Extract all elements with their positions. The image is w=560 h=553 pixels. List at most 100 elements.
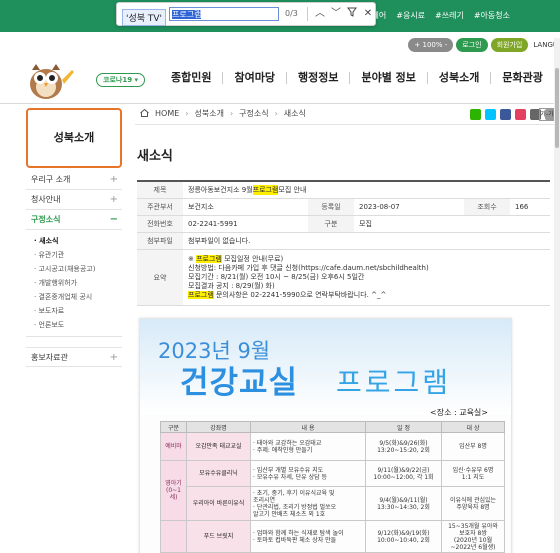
submenu-item[interactable]: 언론보도 [34, 318, 122, 332]
views-value: 166 [515, 203, 529, 211]
breadcrumb-item[interactable]: 성북소개 [194, 108, 223, 119]
corona19-button[interactable]: 코로나19 ▾ [96, 73, 146, 87]
poster-schedule: 9/5(화)&9/26(화) 13:20~15:20, 2회 [365, 432, 442, 461]
sidebar-item[interactable]: 홍보자료관 + [26, 347, 122, 367]
page-scrollbar[interactable] [554, 38, 560, 553]
sidebar-submenu: 새소식 유관기관 고시공고(채용공고) 개발행위허가 결혼중개업체 공시 보도자… [26, 230, 122, 337]
poster-cat: 예비마 [160, 432, 187, 461]
poster-program: 우리아이 바른이유식 [186, 486, 251, 521]
chevron-right-icon: › [229, 109, 234, 118]
phone-label: 전화번호 [137, 216, 183, 232]
submenu-item[interactable]: 개발행위허가 [34, 276, 122, 290]
nav-item[interactable]: 행정정보 [287, 72, 351, 84]
submenu-item-active[interactable]: 새소식 [34, 234, 122, 248]
filter-icon[interactable] [345, 7, 359, 21]
twitter-share-icon[interactable] [485, 109, 496, 120]
poster-table-row: 푸드 브릿지 · 엄마와 함께 하는 식재료 탐색 놀이 · 토마토 컵바둑판 … [160, 520, 505, 553]
submenu-item[interactable]: 유관기관 [34, 248, 122, 262]
poster-program: 오감만족 태교교실 [186, 432, 251, 461]
submenu-item[interactable]: 보도자료 [34, 304, 122, 318]
post-title-text: 모집 안내 [278, 186, 307, 194]
sidebar-item[interactable]: 청사안내 + [26, 190, 122, 210]
summary-line: 모집결과 공지 : 8/29(월) 화) [188, 282, 275, 290]
find-divider [307, 7, 308, 21]
summary-text-part: ※ [188, 255, 197, 263]
sidebar-title: 성북소개 [26, 108, 122, 168]
type-label: 구분 [308, 216, 354, 232]
sidebar-item-active[interactable]: 구정소식 − [26, 210, 122, 230]
summary-line: 모집기간 : 8/21(월) 오전 10시 ~ 8/25(금) 오후6시 5일간 [188, 273, 365, 281]
sidebar-item-label: 구정소식 [31, 215, 61, 224]
site-logo[interactable] [18, 58, 78, 102]
poster-target: 15~35개월 유아와 보호자 8쌍 (2020년 10월~2022년 6월생) [441, 520, 505, 553]
poster-schedule: 9/12(화)&9/19(화) 10:00~10:40, 2회 [365, 520, 442, 553]
close-icon[interactable]: ✕ [361, 7, 375, 21]
facebook-share-icon[interactable] [500, 109, 511, 120]
expand-icon: + [109, 194, 118, 205]
blog-share-icon[interactable] [470, 109, 481, 120]
sidebar-item-label: 우리구 소개 [31, 175, 71, 184]
poster-table-row: 우리아이 바른이유식 · 초기, 중기, 후기 이유식교육 및 조리시연 · 단… [161, 486, 505, 521]
post-title: 정릉아동보건지소 9월 프로그램 모집 안내 [183, 182, 311, 198]
chevron-down-icon[interactable]: ﹀ [329, 7, 343, 21]
attach-label: 첨부파일 [137, 233, 183, 249]
sidebar-item[interactable]: 우리구 소개 + [26, 170, 122, 190]
breadcrumb-item[interactable]: 새소식 [284, 108, 306, 119]
search-highlight: 프로그램 [188, 291, 214, 299]
owl-mascot-icon [30, 64, 74, 99]
poster-content: · 엄마와 함께 하는 식재료 탐색 놀이 · 토마토 컵바둑판 체소 상자 만… [250, 520, 366, 553]
nav-item[interactable]: 참여마당 [223, 72, 287, 84]
breadcrumb-home[interactable]: HOME [155, 109, 179, 118]
nav-item[interactable]: 종합민원 [160, 72, 224, 84]
breadcrumb-item[interactable]: 구정소식 [239, 108, 268, 119]
poster-title: 건강교실 [180, 365, 299, 401]
main-navigation: 종합민원 참여마당 행정정보 분야별 정보 성북소개 문화관광 [160, 72, 554, 84]
hashtag-link[interactable]: #아동청소 [474, 10, 510, 21]
poster-schedule: 9/11(월)&9/22(금) 10:00~12:00, 각 1회 [365, 460, 442, 487]
detail-row-phone: 전화번호 02-2241-5991 구분 모집 [137, 216, 550, 233]
summary-text-part: 모집일정 안내(무료) [221, 255, 284, 263]
chevron-up-icon[interactable]: ︿ [313, 7, 327, 21]
poster-col-header: 일 정 [365, 421, 442, 433]
poster-content: · 태아와 교감하는 오감태교 · 주제: 애착인형 만들기 [250, 432, 366, 461]
chevron-right-icon: › [274, 109, 278, 118]
poster-target: 이유식에 관심있는 주양육자 8명 [441, 486, 505, 521]
poster-col-header: 대 상 [441, 421, 505, 433]
join-button[interactable]: 회원가입 [490, 38, 529, 52]
utility-bar: + 100% - 로그인 회원가입 LANGU [408, 38, 560, 52]
font-size-button[interactable]: 가-가 [539, 108, 555, 121]
expand-icon: + [109, 352, 118, 363]
poster-col-header: 내 용 [250, 421, 366, 433]
poster-col-header: 강좌명 [186, 421, 251, 433]
find-input[interactable]: 프로그램 [169, 7, 279, 21]
hashtag-link[interactable]: #쓰레기 [435, 10, 464, 21]
top-hashtag-links: 혜어 #응시료 #쓰레기 #아동청소 [372, 10, 510, 21]
summary-line: ※ 프로그램 모집일정 안내(무료) [188, 255, 283, 264]
login-button[interactable]: 로그인 [456, 38, 488, 52]
submenu-item[interactable]: 결혼중개업체 공시 [34, 290, 122, 304]
date-value: 2023-08-07 [359, 203, 400, 211]
date-label: 등록일 [308, 199, 354, 215]
home-icon[interactable] [140, 108, 149, 119]
nav-item[interactable]: 분야별 정보 [350, 72, 428, 84]
submenu-item[interactable]: 고시공고(채용공고) [34, 262, 122, 276]
summary-line: 프로그램 문의사항은 02-2241-5990으로 연락부탁바랍니다. ^_^ [188, 291, 386, 300]
post-title-text: 정릉아동보건지소 9월 [188, 186, 253, 194]
poster-place: <장소 : 교육실> [430, 408, 488, 417]
hashtag-link[interactable]: #응시료 [396, 10, 425, 21]
instagram-share-icon[interactable] [515, 109, 526, 120]
zoom-control[interactable]: + 100% - [408, 38, 454, 52]
summary-text: ※ 프로그램 모집일정 안내(무료) 신청방법: 다음카페 가입 후 댓글 신청… [183, 250, 434, 305]
nav-item[interactable]: 성북소개 [428, 72, 492, 84]
poster-schedule-table: 구분 강좌명 내 용 일 정 대 상 예비마 오감만족 태교교실 · 태아와 교… [160, 421, 505, 553]
sidebar-item-label: 홍보자료관 [31, 353, 68, 362]
nav-item[interactable]: 문화관광 [491, 72, 553, 84]
poster-schedule: 9/4(월)&9/11(월) 13:30~14:30, 2회 [365, 486, 442, 521]
post-detail-table: 제목 정릉아동보건지소 9월 프로그램 모집 안내 주관부서 보건지소 등록일 … [137, 180, 550, 306]
find-previous-query[interactable]: '성북 TV' [122, 9, 167, 26]
poster-table-row: 예비마 오감만족 태교교실 · 태아와 교감하는 오감태교 · 주제: 애착인형… [160, 432, 505, 461]
breadcrumb-divider [135, 124, 555, 125]
detail-row-title: 제목 정릉아동보건지소 9월 프로그램 모집 안내 [137, 182, 550, 199]
summary-line: 신청방법: 다음카페 가입 후 댓글 신청(https://cafe.daum.… [188, 264, 429, 272]
scrollbar-thumb[interactable] [555, 68, 559, 148]
